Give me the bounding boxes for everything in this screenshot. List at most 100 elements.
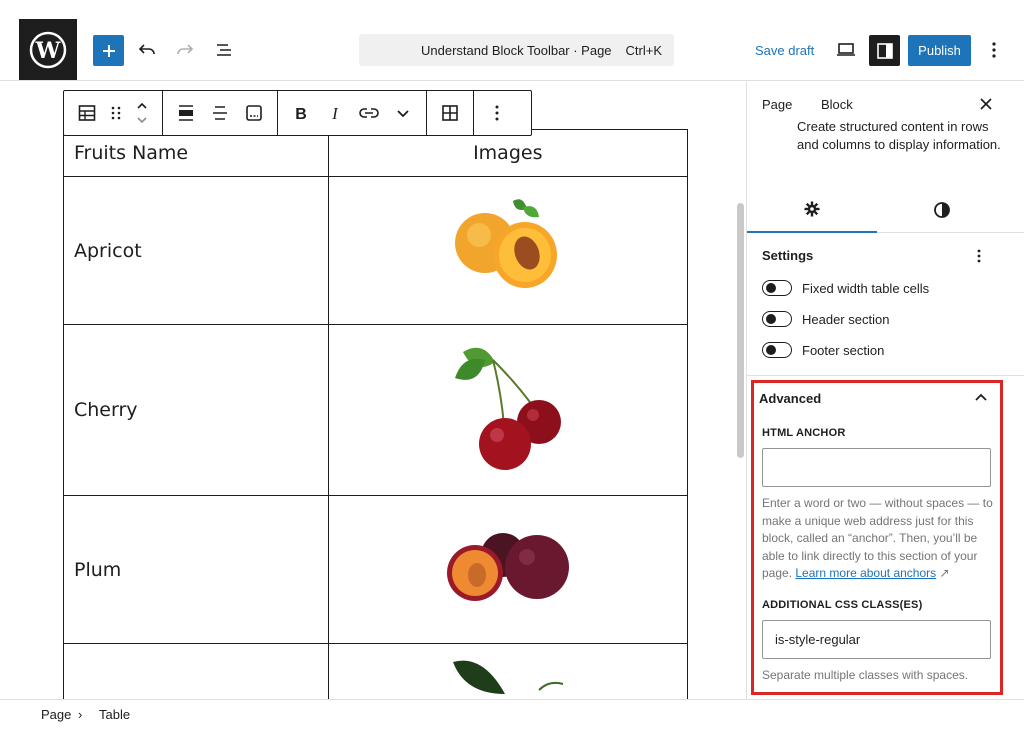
fruit-image-cell[interactable] [327, 324, 689, 496]
toggle-fixed-width[interactable]: Fixed width table cells [762, 278, 929, 298]
caption-icon [246, 105, 262, 121]
align-center-icon [213, 106, 227, 120]
fruit-name-cell[interactable]: Plum [63, 495, 329, 644]
css-class-label: ADDITIONAL CSS CLASS(ES) [762, 599, 923, 611]
edit-table-button[interactable] [433, 91, 467, 135]
toggle-switch[interactable] [762, 280, 792, 296]
learn-more-anchors-link[interactable]: Learn more about anchors [795, 566, 936, 580]
external-link-icon: ↗ [936, 566, 950, 580]
caption-button[interactable] [237, 91, 271, 135]
toggle-footer-section[interactable]: Footer section [762, 340, 884, 360]
more-vertical-icon [495, 105, 499, 121]
tab-block[interactable]: Block [821, 97, 853, 112]
breadcrumb-page[interactable]: Page [41, 707, 71, 722]
link-icon [359, 108, 379, 118]
html-anchor-label: HTML ANCHOR [762, 427, 846, 439]
table-header-images[interactable]: Images [327, 129, 689, 177]
settings-sidebar: Page Block Create structured content in … [746, 82, 1024, 699]
table-icon [78, 105, 96, 121]
undo-button[interactable] [132, 35, 162, 65]
plum-image [446, 533, 569, 601]
chevron-down-icon [397, 110, 409, 118]
keyboard-shortcut: Ctrl+K [625, 43, 662, 58]
document-overview-button[interactable] [209, 35, 239, 65]
fruit-name-cell[interactable] [63, 643, 329, 699]
svg-text:I: I [331, 105, 339, 121]
advanced-panel-title[interactable]: Advanced [759, 391, 821, 406]
redo-button[interactable] [170, 35, 200, 65]
settings-panel-title[interactable]: Settings [762, 248, 813, 263]
block-description: Create structured content in rows and co… [797, 119, 1001, 152]
preview-button[interactable] [833, 36, 859, 64]
add-block-button[interactable] [93, 35, 124, 66]
table-header-name[interactable]: Fruits Name [63, 129, 329, 177]
desktop-icon [837, 43, 855, 56]
close-sidebar-button[interactable] [976, 94, 996, 114]
align-button[interactable] [169, 91, 203, 135]
sidebar-icon [876, 42, 893, 59]
italic-button[interactable]: I [318, 91, 352, 135]
bold-button[interactable]: B [284, 91, 318, 135]
fruit-name-cell[interactable]: Apricot [63, 176, 329, 325]
close-icon [980, 98, 992, 110]
svg-text:W: W [35, 38, 61, 64]
fruit-image-cell[interactable] [327, 495, 689, 644]
toolbar-group-format: B I [278, 91, 427, 135]
list-view-icon [217, 44, 231, 56]
chevron-up-icon [975, 393, 987, 401]
wordpress-logo-icon[interactable]: W [19, 19, 77, 80]
advanced-collapse-button[interactable] [971, 387, 991, 407]
fruit-name-cell[interactable]: Cherry [63, 324, 329, 496]
command-palette-bar[interactable]: Understand Block Toolbar · Page Ctrl+K [359, 34, 674, 66]
toolbar-group-align [163, 91, 278, 135]
drag-handle-icon [111, 106, 121, 120]
table-edit-icon [442, 105, 458, 121]
table-row [63, 643, 689, 699]
block-options-button[interactable] [480, 91, 514, 135]
settings-options-button[interactable] [969, 246, 989, 266]
align-wide-icon [179, 105, 193, 121]
half-circle-icon [934, 201, 950, 218]
toolbar-group-options [474, 91, 520, 135]
block-breadcrumb-bar: Page › Table [0, 699, 1024, 741]
table-block-button[interactable] [70, 91, 104, 135]
fruit-table[interactable]: Fruits Name Images Apricot Cherry Plum [63, 129, 689, 699]
settings-sidebar-toggle[interactable] [869, 35, 900, 66]
breadcrumb-table[interactable]: Table [99, 707, 130, 722]
more-formatting-button[interactable] [386, 91, 420, 135]
block-toolbar: B I [63, 90, 532, 136]
tab-settings[interactable] [747, 186, 877, 233]
editor-header: W Understand Block Toolbar · Page Ctrl+K… [0, 0, 1024, 81]
tab-styles[interactable] [877, 186, 1007, 233]
link-button[interactable] [352, 91, 386, 135]
toggle-switch[interactable] [762, 311, 792, 327]
table-row: Apricot [63, 176, 689, 325]
cherry-image [454, 347, 561, 470]
toolbar-group-block [64, 91, 163, 135]
more-vertical-icon [992, 42, 996, 58]
save-draft-button[interactable]: Save draft [755, 43, 814, 58]
toggle-label: Footer section [802, 342, 885, 358]
css-class-input[interactable] [762, 620, 991, 659]
text-align-button[interactable] [203, 91, 237, 135]
css-class-help: Separate multiple classes with spaces. [762, 668, 969, 682]
move-up-down-buttons[interactable] [128, 91, 156, 135]
toggle-label: Fixed width table cells [802, 280, 930, 296]
canvas-scrollbar-thumb[interactable] [737, 203, 744, 458]
leaf-image [452, 660, 564, 694]
block-inspector-tabs [747, 186, 1024, 233]
toggle-switch[interactable] [762, 342, 792, 358]
table-row: Cherry [63, 324, 689, 496]
publish-button[interactable]: Publish [908, 35, 971, 66]
editor-canvas: Fruits Name Images Apricot Cherry Plum B… [0, 82, 735, 699]
fruit-image-cell[interactable] [327, 643, 689, 699]
html-anchor-help: Enter a word or two — without spaces — t… [762, 495, 996, 583]
undo-icon [138, 44, 155, 55]
html-anchor-input[interactable] [762, 448, 991, 487]
apricot-image [454, 199, 557, 288]
options-menu-button[interactable] [982, 36, 1006, 64]
toggle-header-section[interactable]: Header section [762, 309, 889, 329]
fruit-image-cell[interactable] [327, 176, 689, 325]
tab-page[interactable]: Page [762, 97, 792, 112]
drag-handle[interactable] [104, 91, 128, 135]
